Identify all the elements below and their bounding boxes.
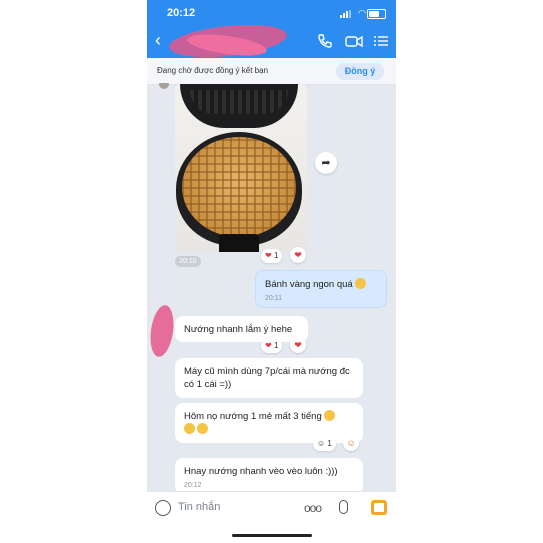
message-text: Bánh vàng ngon quá xyxy=(265,279,353,290)
battery-icon xyxy=(367,9,386,19)
outgoing-message[interactable]: Bánh vàng ngon quá 20:11 xyxy=(255,270,387,308)
laughing-icon: ☺ xyxy=(317,439,326,448)
incoming-message[interactable]: Máy cũ mình dùng 7p/cái mà nướng đc có 1… xyxy=(175,358,363,398)
reaction-count-value: 1 xyxy=(273,251,279,260)
video-call-icon[interactable] xyxy=(344,32,363,50)
message-time: 20:12 xyxy=(184,482,202,489)
heart-icon: ❤ xyxy=(265,251,272,260)
laughing-emoji xyxy=(184,423,195,434)
header-actions xyxy=(316,32,390,50)
heart-react-button[interactable]: ❤ xyxy=(290,337,306,353)
message-text: Nướng nhanh lắm ý hehe xyxy=(184,324,293,335)
waffle-photo[interactable] xyxy=(175,84,307,252)
header-bar: 20:12 ◠ ‹ xyxy=(147,0,396,63)
share-icon[interactable]: ➦ xyxy=(315,152,337,174)
incoming-message[interactable]: Hnay nướng nhanh vèo vèo luôn :))) 20:12 xyxy=(175,458,363,494)
status-bar: 20:12 ◠ xyxy=(147,0,396,26)
friend-request-banner: Đang chờ được đồng ý kết bạn Đồng ý xyxy=(147,58,396,85)
incoming-message[interactable]: Nướng nhanh lắm ý hehe xyxy=(175,316,308,342)
reaction-count[interactable]: ☺ 1 xyxy=(313,437,336,451)
banner-text: Đang chờ được đồng ý kết bạn xyxy=(157,66,269,75)
image-picker-icon[interactable] xyxy=(371,500,387,515)
message-time: 20:10 xyxy=(175,256,201,267)
reaction-count-value: 1 xyxy=(327,439,332,448)
message-time: 20:11 xyxy=(265,295,282,302)
message-text: Hôm nọ nướng 1 mẻ mất 3 tiếng xyxy=(184,411,322,422)
message-text: Máy cũ mình dùng 7p/cái mà nướng đc có 1… xyxy=(184,366,350,390)
laugh-react-button[interactable]: ☺ xyxy=(343,435,359,451)
avatar[interactable] xyxy=(159,83,169,89)
accept-friend-button[interactable]: Đồng ý xyxy=(336,63,384,80)
microphone-icon[interactable] xyxy=(339,500,348,514)
laughing-emoji xyxy=(323,410,335,421)
more-options-icon[interactable]: ooo xyxy=(304,501,322,515)
home-indicator xyxy=(232,534,312,537)
chat-screen: 20:12 ◠ ‹ Đang chờ được đồng ý kết bạn Đ… xyxy=(147,0,396,543)
sticker-icon[interactable] xyxy=(155,500,171,516)
message-text: Hnay nướng nhanh vèo vèo luôn :))) xyxy=(184,466,338,477)
reaction-count[interactable]: ❤ 1 xyxy=(261,339,283,353)
incoming-message[interactable]: Hôm nọ nướng 1 mẻ mất 3 tiếng xyxy=(175,403,363,443)
signal-icon xyxy=(340,10,352,18)
wifi-icon: ◠ xyxy=(358,8,366,18)
contact-name[interactable] xyxy=(171,36,266,50)
phone-call-icon[interactable] xyxy=(316,32,334,50)
reaction-count[interactable]: ❤ 1 xyxy=(261,249,283,263)
reaction-count-value: 1 xyxy=(273,341,279,350)
composer-bar: Tin nhắn ooo xyxy=(147,491,396,543)
status-time: 20:12 xyxy=(167,7,196,19)
heart-react-button[interactable]: ❤ xyxy=(290,247,306,263)
back-icon[interactable]: ‹ xyxy=(155,30,161,51)
heart-icon: ❤ xyxy=(265,341,272,350)
nav-row: ‹ xyxy=(147,19,396,63)
avatar-redaction xyxy=(147,303,177,359)
message-input[interactable]: Tin nhắn xyxy=(178,501,220,513)
laughing-emoji xyxy=(197,423,208,434)
thumbs-up-emoji xyxy=(354,278,366,289)
menu-list-icon[interactable] xyxy=(372,32,390,50)
